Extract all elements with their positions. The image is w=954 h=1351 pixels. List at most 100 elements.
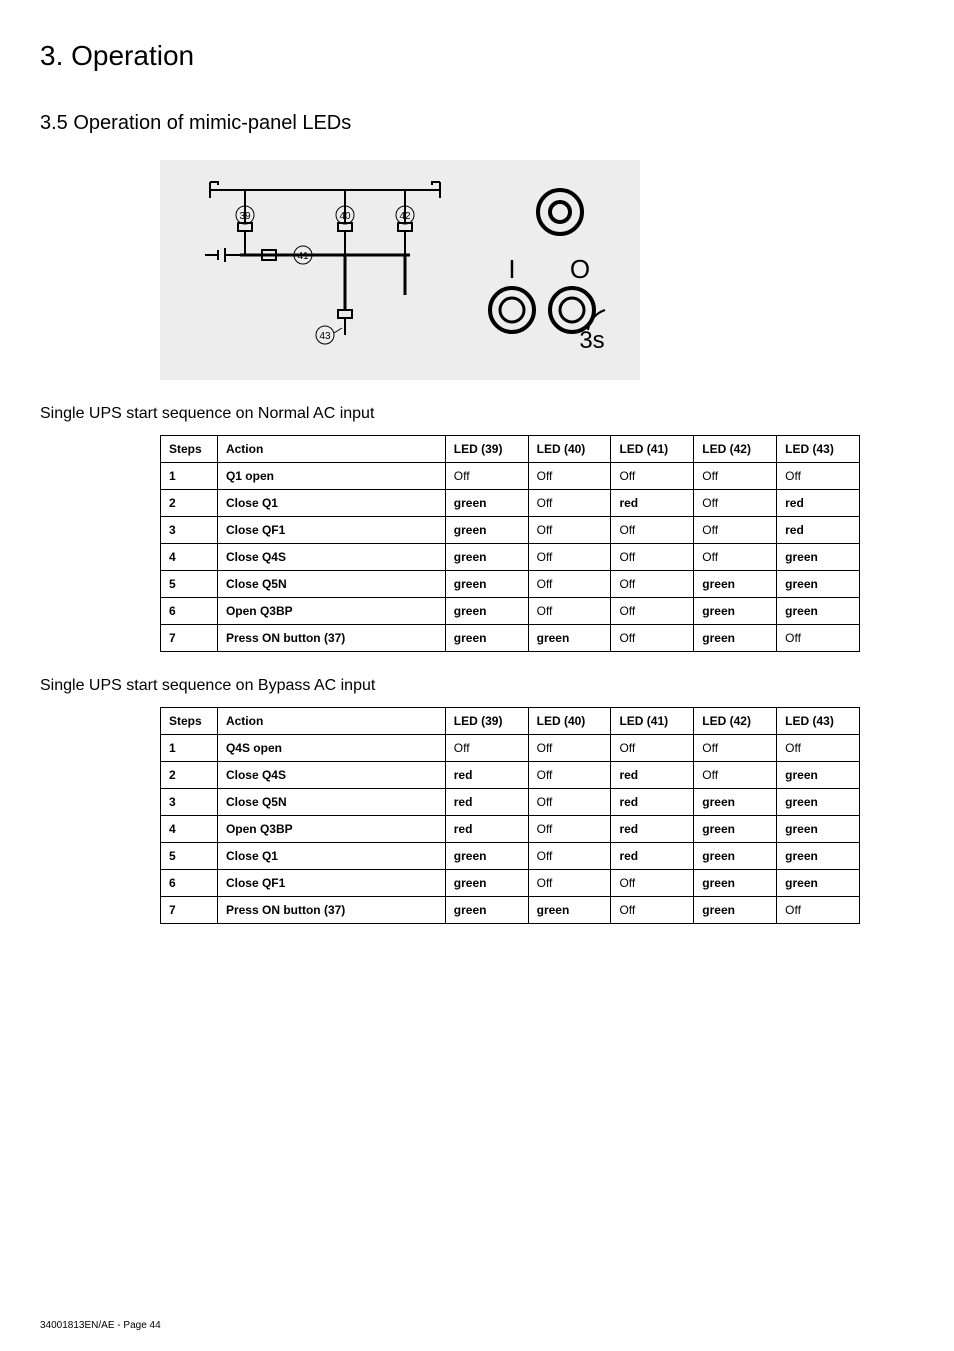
bypass-cell-step: 2 <box>161 762 218 789</box>
bypass-header: LED (39) <box>445 708 528 735</box>
bypass-cell-action: Close QF1 <box>217 870 445 897</box>
bypass-cell-led39: green <box>445 843 528 870</box>
bypass-cell-led42: green <box>694 897 777 924</box>
normal-cell-action: Close Q4S <box>217 544 445 571</box>
table-row: 7Press ON button (37)greengreenOffgreenO… <box>161 625 860 652</box>
normal-cell-led39: green <box>445 625 528 652</box>
bypass-header: LED (41) <box>611 708 694 735</box>
bypass-cell-action: Open Q3BP <box>217 816 445 843</box>
bypass-header: Steps <box>161 708 218 735</box>
bypass-cell-led41: red <box>611 762 694 789</box>
normal-cell-led39: green <box>445 517 528 544</box>
normal-cell-led41: Off <box>611 598 694 625</box>
normal-cell-step: 4 <box>161 544 218 571</box>
normal-cell-step: 7 <box>161 625 218 652</box>
bypass-cell-led40: Off <box>528 735 611 762</box>
table-row: 5Close Q1greenOffredgreengreen <box>161 843 860 870</box>
diagram-hold-label: 3s <box>579 327 604 354</box>
normal-cell-led43: red <box>777 517 860 544</box>
bypass-cell-led39: green <box>445 897 528 924</box>
normal-cell-led41: red <box>611 490 694 517</box>
table1-title: Single UPS start sequence on Normal AC i… <box>40 405 914 423</box>
normal-cell-led40: Off <box>528 490 611 517</box>
bypass-cell-led43: green <box>777 816 860 843</box>
bypass-cell-led41: red <box>611 789 694 816</box>
diagram-label-43: 43 <box>319 331 331 342</box>
bypass-cell-led42: green <box>694 843 777 870</box>
bypass-cell-led42: green <box>694 870 777 897</box>
table-row: 3Close QF1greenOffOffOffred <box>161 517 860 544</box>
normal-cell-action: Press ON button (37) <box>217 625 445 652</box>
normal-cell-action: Close Q1 <box>217 490 445 517</box>
bypass-cell-led41: red <box>611 843 694 870</box>
bypass-cell-led43: green <box>777 843 860 870</box>
normal-cell-led39: green <box>445 598 528 625</box>
bypass-header: LED (43) <box>777 708 860 735</box>
normal-cell-action: Close QF1 <box>217 517 445 544</box>
table-row: 6Close QF1greenOffOffgreengreen <box>161 870 860 897</box>
table2-title: Single UPS start sequence on Bypass AC i… <box>40 677 914 695</box>
table-row: 4Open Q3BPredOffredgreengreen <box>161 816 860 843</box>
normal-cell-led41: Off <box>611 571 694 598</box>
normal-cell-led41: Off <box>611 517 694 544</box>
bypass-cell-led39: green <box>445 870 528 897</box>
bypass-cell-action: Q4S open <box>217 735 445 762</box>
normal-cell-step: 5 <box>161 571 218 598</box>
normal-cell-led40: Off <box>528 598 611 625</box>
section-title: 3.5 Operation of mimic-panel LEDs <box>40 112 914 135</box>
bypass-cell-led40: Off <box>528 870 611 897</box>
normal-cell-led40: Off <box>528 544 611 571</box>
bypass-cell-led43: green <box>777 870 860 897</box>
diagram-label-40: 40 <box>339 211 351 222</box>
normal-cell-step: 2 <box>161 490 218 517</box>
normal-cell-step: 1 <box>161 463 218 490</box>
bypass-cell-led40: Off <box>528 843 611 870</box>
bypass-cell-led41: Off <box>611 870 694 897</box>
bypass-cell-led41: Off <box>611 897 694 924</box>
bypass-cell-led40: Off <box>528 816 611 843</box>
bypass-cell-action: Close Q1 <box>217 843 445 870</box>
bypass-cell-led40: Off <box>528 789 611 816</box>
normal-cell-led40: Off <box>528 463 611 490</box>
bypass-cell-led41: Off <box>611 735 694 762</box>
diagram-label-39: 39 <box>239 211 251 222</box>
bypass-cell-led41: red <box>611 816 694 843</box>
bypass-cell-led40: green <box>528 897 611 924</box>
normal-cell-led43: Off <box>777 463 860 490</box>
bypass-cell-action: Close Q4S <box>217 762 445 789</box>
normal-cell-led43: green <box>777 571 860 598</box>
bypass-cell-led39: red <box>445 816 528 843</box>
normal-cell-led42: Off <box>694 490 777 517</box>
normal-cell-action: Q1 open <box>217 463 445 490</box>
normal-cell-led40: green <box>528 625 611 652</box>
bypass-header: LED (40) <box>528 708 611 735</box>
table-bypass-ac: StepsActionLED (39)LED (40)LED (41)LED (… <box>160 707 860 924</box>
chapter-title: 3. Operation <box>40 40 914 72</box>
normal-cell-led43: red <box>777 490 860 517</box>
normal-cell-led40: Off <box>528 517 611 544</box>
normal-cell-led39: Off <box>445 463 528 490</box>
table-row: 6Open Q3BPgreenOffOffgreengreen <box>161 598 860 625</box>
normal-cell-step: 3 <box>161 517 218 544</box>
bypass-cell-action: Press ON button (37) <box>217 897 445 924</box>
normal-header: LED (42) <box>694 436 777 463</box>
normal-cell-led42: green <box>694 598 777 625</box>
bypass-cell-led42: green <box>694 789 777 816</box>
normal-cell-led39: green <box>445 490 528 517</box>
bypass-cell-action: Close Q5N <box>217 789 445 816</box>
table-row: 5Close Q5NgreenOffOffgreengreen <box>161 571 860 598</box>
normal-cell-led42: Off <box>694 517 777 544</box>
bypass-cell-led43: Off <box>777 897 860 924</box>
bypass-cell-led39: red <box>445 762 528 789</box>
bypass-cell-led42: Off <box>694 762 777 789</box>
bypass-cell-step: 1 <box>161 735 218 762</box>
normal-header: LED (41) <box>611 436 694 463</box>
bypass-cell-led42: green <box>694 816 777 843</box>
table-row: 2Close Q1greenOffredOffred <box>161 490 860 517</box>
normal-cell-led43: green <box>777 544 860 571</box>
bypass-cell-step: 5 <box>161 843 218 870</box>
normal-header: LED (39) <box>445 436 528 463</box>
bypass-header: LED (42) <box>694 708 777 735</box>
bypass-header: Action <box>217 708 445 735</box>
table-row: 1Q4S openOffOffOffOffOff <box>161 735 860 762</box>
